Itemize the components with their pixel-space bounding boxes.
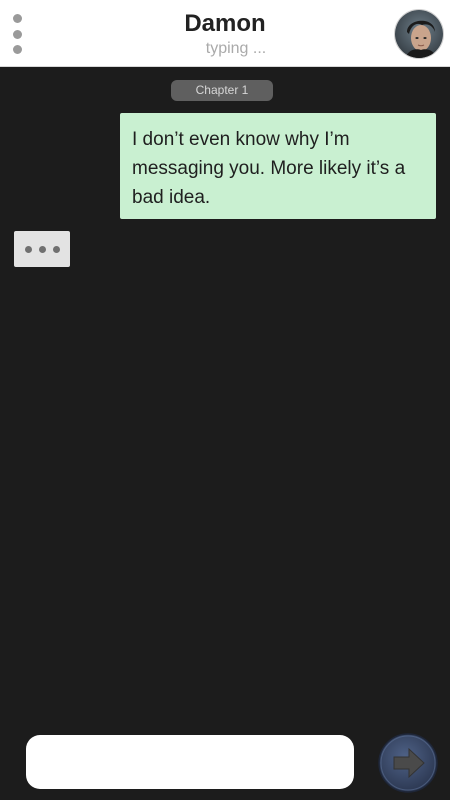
message-input[interactable] [26, 735, 354, 789]
avatar-portrait-icon [395, 10, 443, 58]
typing-indicator [14, 231, 70, 267]
contact-name: Damon [184, 10, 266, 37]
contact-status: typing ... [205, 40, 267, 57]
typing-dot-icon [52, 245, 60, 253]
chat-header: Damon typing ... [0, 0, 450, 67]
chapter-divider: Chapter 1 [171, 80, 273, 101]
avatar[interactable] [394, 9, 444, 59]
typing-dot-icon [24, 245, 32, 253]
arrow-right-icon [378, 733, 438, 793]
typing-dot-icon [38, 245, 46, 253]
send-button[interactable] [378, 733, 438, 793]
outgoing-message: I don’t even know why I’m messaging you.… [120, 113, 436, 219]
chat-screen: Damon typing ... Chapter 1 I don’t even … [0, 0, 450, 800]
